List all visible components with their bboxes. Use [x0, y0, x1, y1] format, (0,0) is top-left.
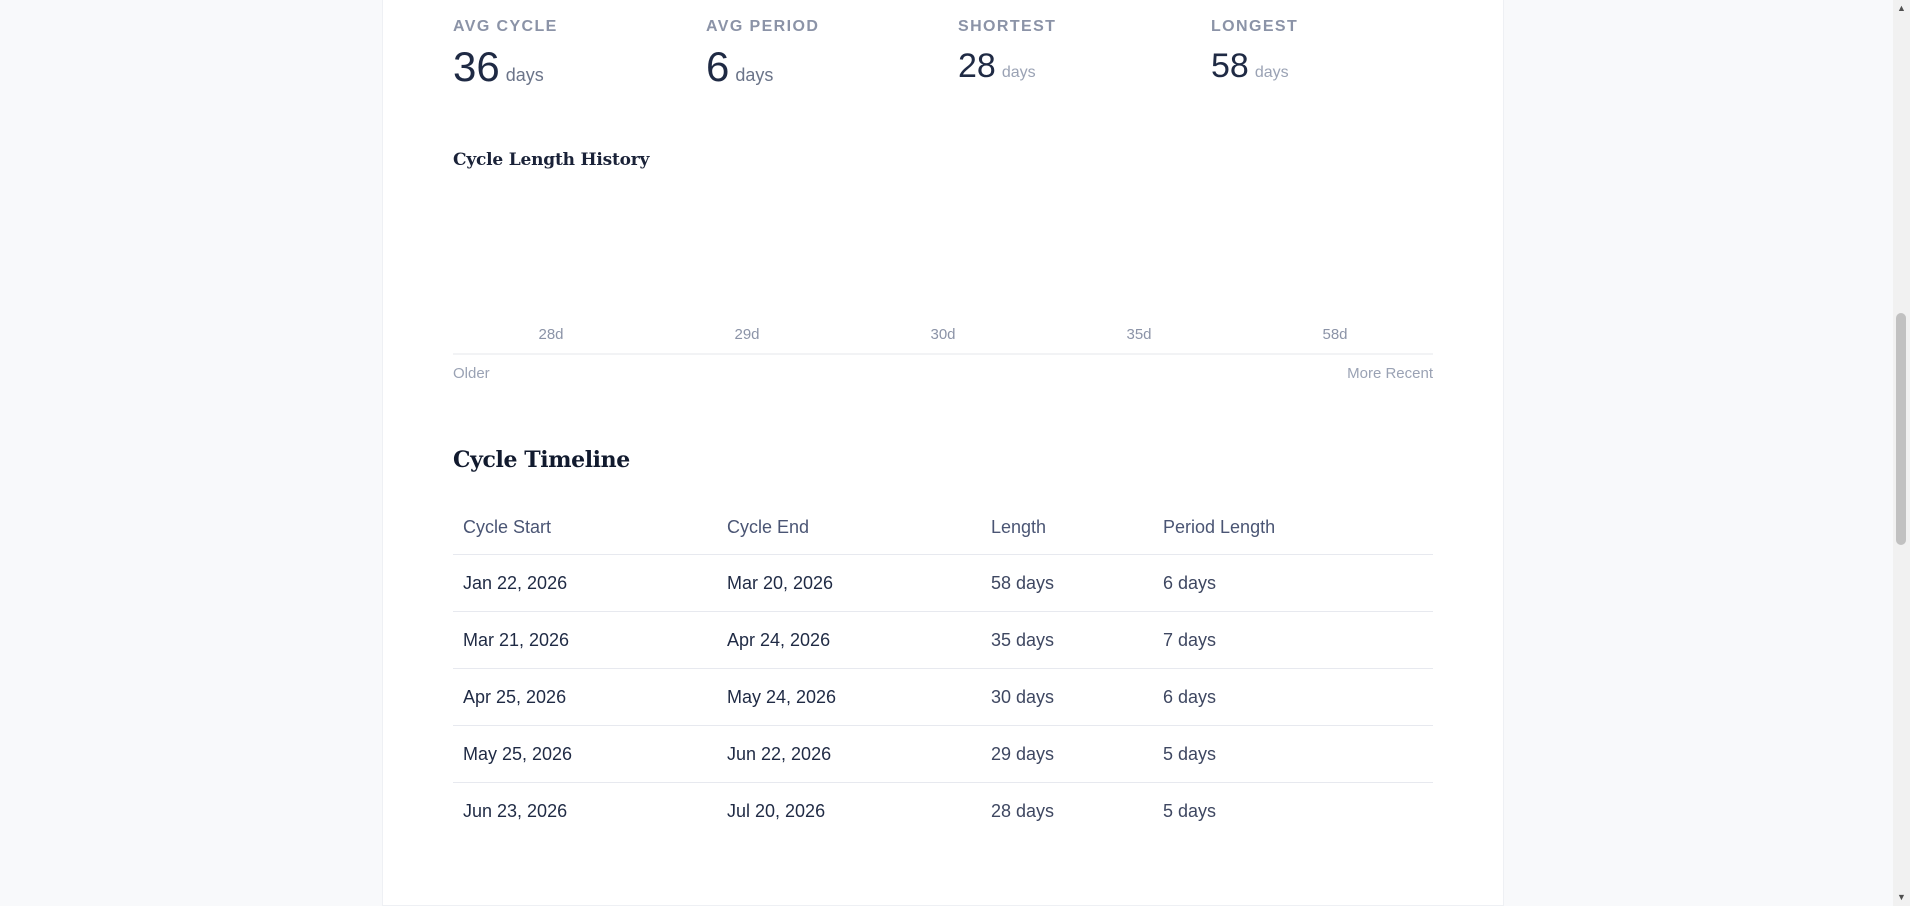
stat-value: 58 [1211, 47, 1249, 85]
scrollbar-thumb[interactable] [1896, 313, 1906, 545]
cell-cycle-end: May 24, 2026 [727, 687, 837, 707]
timeline-title: Cycle Timeline [453, 447, 630, 473]
stat-value-row: 28 days [958, 49, 1198, 83]
bar-label: 58d [1322, 326, 1347, 343]
stat-unit: days [1001, 64, 1036, 81]
stat-unit: days [735, 65, 774, 85]
chevron-down-icon[interactable]: ▼ [1893, 889, 1910, 906]
cell-length: 30 days [991, 687, 1055, 707]
cell-period-length: 7 days [1163, 630, 1217, 650]
cell-cycle-start: May 25, 2026 [463, 744, 573, 764]
cell-cycle-start: Jan 22, 2026 [463, 573, 568, 593]
axis-caption-more-recent: More Recent [1347, 365, 1433, 382]
column-header-period-length: Period Length [1163, 517, 1276, 537]
column-header-length: Length [991, 517, 1047, 537]
table-row: Apr 25, 2026 May 24, 2026 30 days 6 days [453, 669, 1433, 726]
chart-svg: 28d 29d 30d 35d 58d [453, 326, 1433, 355]
stat-longest: LONGEST 58 days [1211, 18, 1451, 83]
cell-cycle-end: Apr 24, 2026 [727, 630, 831, 650]
stat-label: AVG PERIOD [706, 18, 820, 35]
table-row: Jan 22, 2026 Mar 20, 2026 58 days 6 days [453, 555, 1433, 612]
stats-card: AVG CYCLE 36 days AVG PERIOD 6 days SHORTE… [383, 0, 1503, 905]
stats-row: AVG CYCLE 36 days AVG PERIOD 6 days SHORTE… [453, 18, 1433, 98]
stat-label: AVG CYCLE [453, 18, 558, 35]
bar-label: 30d [930, 326, 955, 343]
cell-cycle-end: Jul 20, 2026 [727, 801, 826, 821]
cell-length: 28 days [991, 801, 1055, 821]
table-row: May 25, 2026 Jun 22, 2026 29 days 5 days [453, 726, 1433, 783]
stat-label: LONGEST [1211, 18, 1299, 35]
stat-value: 6 [706, 43, 730, 90]
cell-period-length: 5 days [1163, 744, 1217, 764]
cell-period-length: 6 days [1163, 573, 1217, 593]
table-header: Cycle Start Cycle End Length Period Leng… [453, 506, 1433, 555]
stat-unit: days [1254, 64, 1289, 81]
axis-caption-older: Older [453, 365, 490, 382]
cell-length: 29 days [991, 744, 1055, 764]
column-header-cycle-start: Cycle Start [463, 517, 552, 537]
cell-cycle-start: Mar 21, 2026 [463, 630, 570, 650]
chart-title: Cycle Length History [453, 150, 650, 170]
page-viewport: AVG CYCLE 36 days AVG PERIOD 6 days SHORTE… [0, 0, 1910, 906]
stat-shortest: SHORTEST 28 days [958, 18, 1198, 83]
table-row: Mar 21, 2026 Apr 24, 2026 35 days 7 days [453, 612, 1433, 669]
column-header-cycle-end: Cycle End [727, 517, 810, 537]
cycle-length-chart: 28d 29d 30d 35d 58d [453, 190, 1433, 355]
stat-value: 36 [453, 43, 500, 90]
cycle-timeline-table: Cycle Start Cycle End Length Period Leng… [453, 506, 1433, 839]
stat-label: SHORTEST [958, 18, 1057, 35]
cell-length: 35 days [991, 630, 1055, 650]
stat-value-row: 36 days [453, 46, 693, 88]
cell-cycle-start: Apr 25, 2026 [463, 687, 567, 707]
cell-cycle-end: Mar 20, 2026 [727, 573, 834, 593]
cell-cycle-start: Jun 23, 2026 [463, 801, 568, 821]
stat-avg-period: AVG PERIOD 6 days [706, 18, 946, 88]
table-row: Jun 23, 2026 Jul 20, 2026 28 days 5 days [453, 783, 1433, 839]
stat-value: 28 [958, 47, 996, 85]
stat-value-row: 6 days [706, 46, 946, 88]
vertical-scrollbar[interactable]: ▲ ▼ [1893, 0, 1910, 906]
bar-label: 29d [734, 326, 759, 343]
stat-avg-cycle: AVG CYCLE 36 days [453, 18, 693, 88]
bar-label: 35d [1126, 326, 1151, 343]
cell-length: 58 days [991, 573, 1055, 593]
stat-value-row: 58 days [1211, 49, 1451, 83]
stat-unit: days [505, 65, 544, 85]
bar-label: 28d [538, 326, 563, 343]
chevron-up-icon[interactable]: ▲ [1893, 0, 1910, 17]
cell-cycle-end: Jun 22, 2026 [727, 744, 832, 764]
cell-period-length: 6 days [1163, 687, 1217, 707]
cell-period-length: 5 days [1163, 801, 1217, 821]
